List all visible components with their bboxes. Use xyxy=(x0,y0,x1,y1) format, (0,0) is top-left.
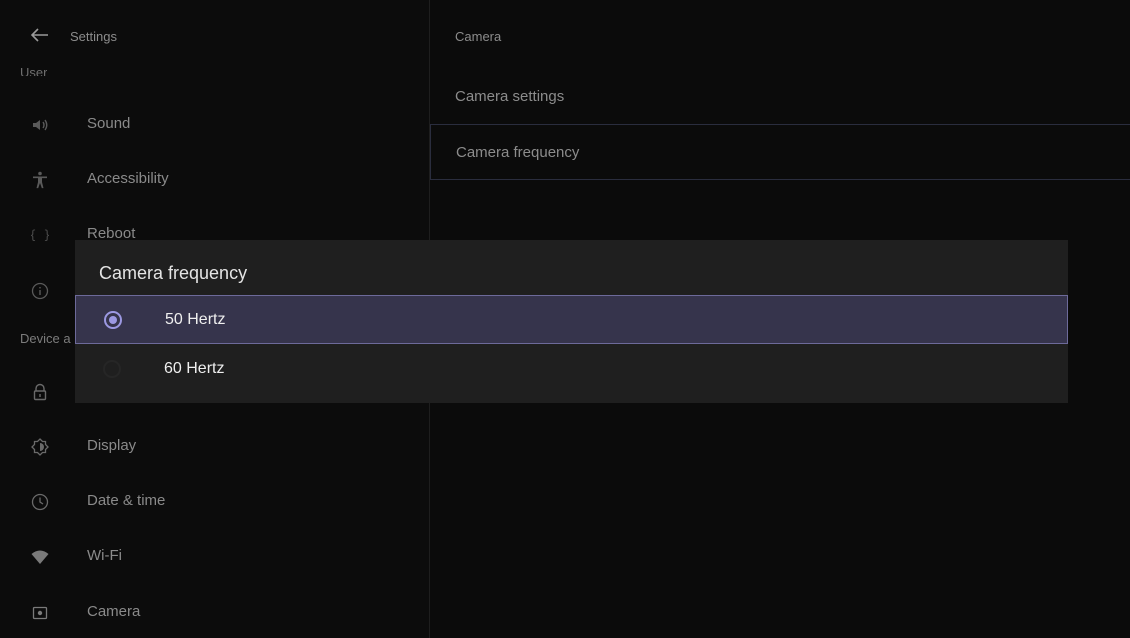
nav-item-date-time[interactable]: Date & time xyxy=(0,474,429,530)
option-50-hertz[interactable]: 50 Hertz xyxy=(75,295,1068,344)
brightness-icon xyxy=(30,437,50,457)
braces-icon: { } xyxy=(30,225,50,245)
nav-item-wifi[interactable]: Wi-Fi xyxy=(0,529,429,585)
camera-pane-title: Camera xyxy=(455,29,502,44)
camera-settings-label: Camera settings xyxy=(455,88,565,105)
camera-frequency-label: Camera frequency xyxy=(456,144,580,161)
camera-frequency-dialog: Camera frequency 50 Hertz 60 Hertz xyxy=(75,240,1068,403)
radio-selected-icon[interactable] xyxy=(104,311,122,329)
nav-label-sound: Sound xyxy=(87,115,131,132)
settings-header: Settings xyxy=(0,0,429,60)
clock-icon xyxy=(30,492,50,512)
nav-item-camera[interactable]: Camera xyxy=(0,585,429,638)
radio-unselected-icon[interactable] xyxy=(103,360,121,378)
info-icon xyxy=(30,281,50,301)
option-60-hertz[interactable]: 60 Hertz xyxy=(75,345,1068,394)
nav-label-wifi: Wi-Fi xyxy=(87,547,122,564)
dialog-title: Camera frequency xyxy=(99,263,248,283)
nav-item-accessibility[interactable]: Accessibility xyxy=(0,152,429,208)
settings-screen: Settings User Sound Accessibility { } Re… xyxy=(0,0,1130,638)
camera-frequency-item[interactable]: Camera frequency xyxy=(430,124,1130,180)
nav-item-display[interactable]: Display xyxy=(0,419,429,475)
nav-label-display: Display xyxy=(87,437,137,454)
section-header-user: User xyxy=(20,65,48,76)
nav-label-date-time: Date & time xyxy=(87,492,166,509)
option-60-hertz-label: 60 Hertz xyxy=(164,360,225,377)
settings-title: Settings xyxy=(70,29,117,44)
volume-icon xyxy=(30,115,50,135)
svg-text:{ }: { } xyxy=(31,228,49,242)
option-50-hertz-label: 50 Hertz xyxy=(165,311,226,328)
back-arrow-icon[interactable] xyxy=(30,28,49,42)
camera-settings-item[interactable]: Camera settings xyxy=(430,69,1130,125)
wifi-icon xyxy=(30,547,50,567)
accessibility-icon xyxy=(30,170,50,190)
nav-item-sound[interactable]: Sound xyxy=(0,97,429,153)
lock-icon xyxy=(30,382,50,402)
section-header-device: Device a xyxy=(20,331,71,346)
camera-icon xyxy=(30,603,50,623)
nav-label-camera: Camera xyxy=(87,603,141,620)
nav-label-accessibility: Accessibility xyxy=(87,170,169,187)
